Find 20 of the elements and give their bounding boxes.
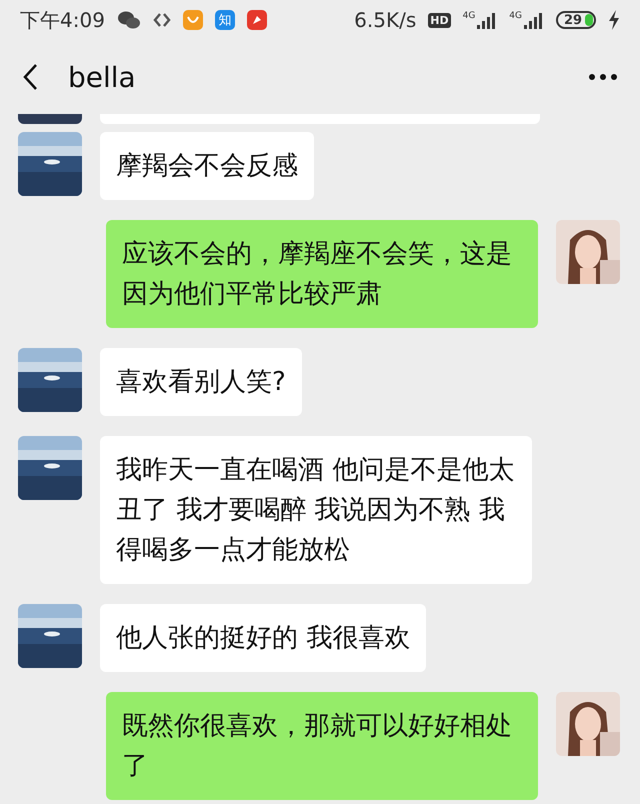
battery-icon: 29 — [556, 11, 596, 29]
chevrons-icon — [152, 12, 171, 28]
clock: 下午4:09 — [20, 6, 105, 34]
network-type: 4G — [462, 11, 476, 21]
message-bubble: 既然你很喜欢，那就可以好好相处了 — [106, 692, 538, 800]
chat-title: bella — [68, 60, 137, 94]
signal-icon — [524, 11, 544, 29]
message-bubble: 他人张的挺好的 我很喜欢 — [100, 604, 426, 672]
message-bubble: 喜欢看别人笑? — [100, 348, 302, 416]
message-bubble: 我昨天一直在喝酒 他问是不是他太丑了 我才要喝醉 我说因为不熟 我得喝多一点才能放松 — [100, 436, 532, 584]
hd-badge: HD — [428, 12, 451, 28]
app-icon: 知 — [214, 10, 235, 30]
chat-bubbles-icon — [116, 10, 141, 30]
network-speed: 6.5K/s — [354, 8, 416, 32]
network-type: 4G — [509, 11, 522, 21]
message-bubble: 摩羯会不会反感 — [100, 132, 314, 200]
signal-icon — [477, 11, 498, 29]
more-icon[interactable] — [588, 73, 618, 81]
message-bubble: 应该不会的，摩羯座不会笑，这是因为他们平常比较严肃 — [106, 220, 538, 328]
back-icon[interactable] — [22, 63, 38, 91]
